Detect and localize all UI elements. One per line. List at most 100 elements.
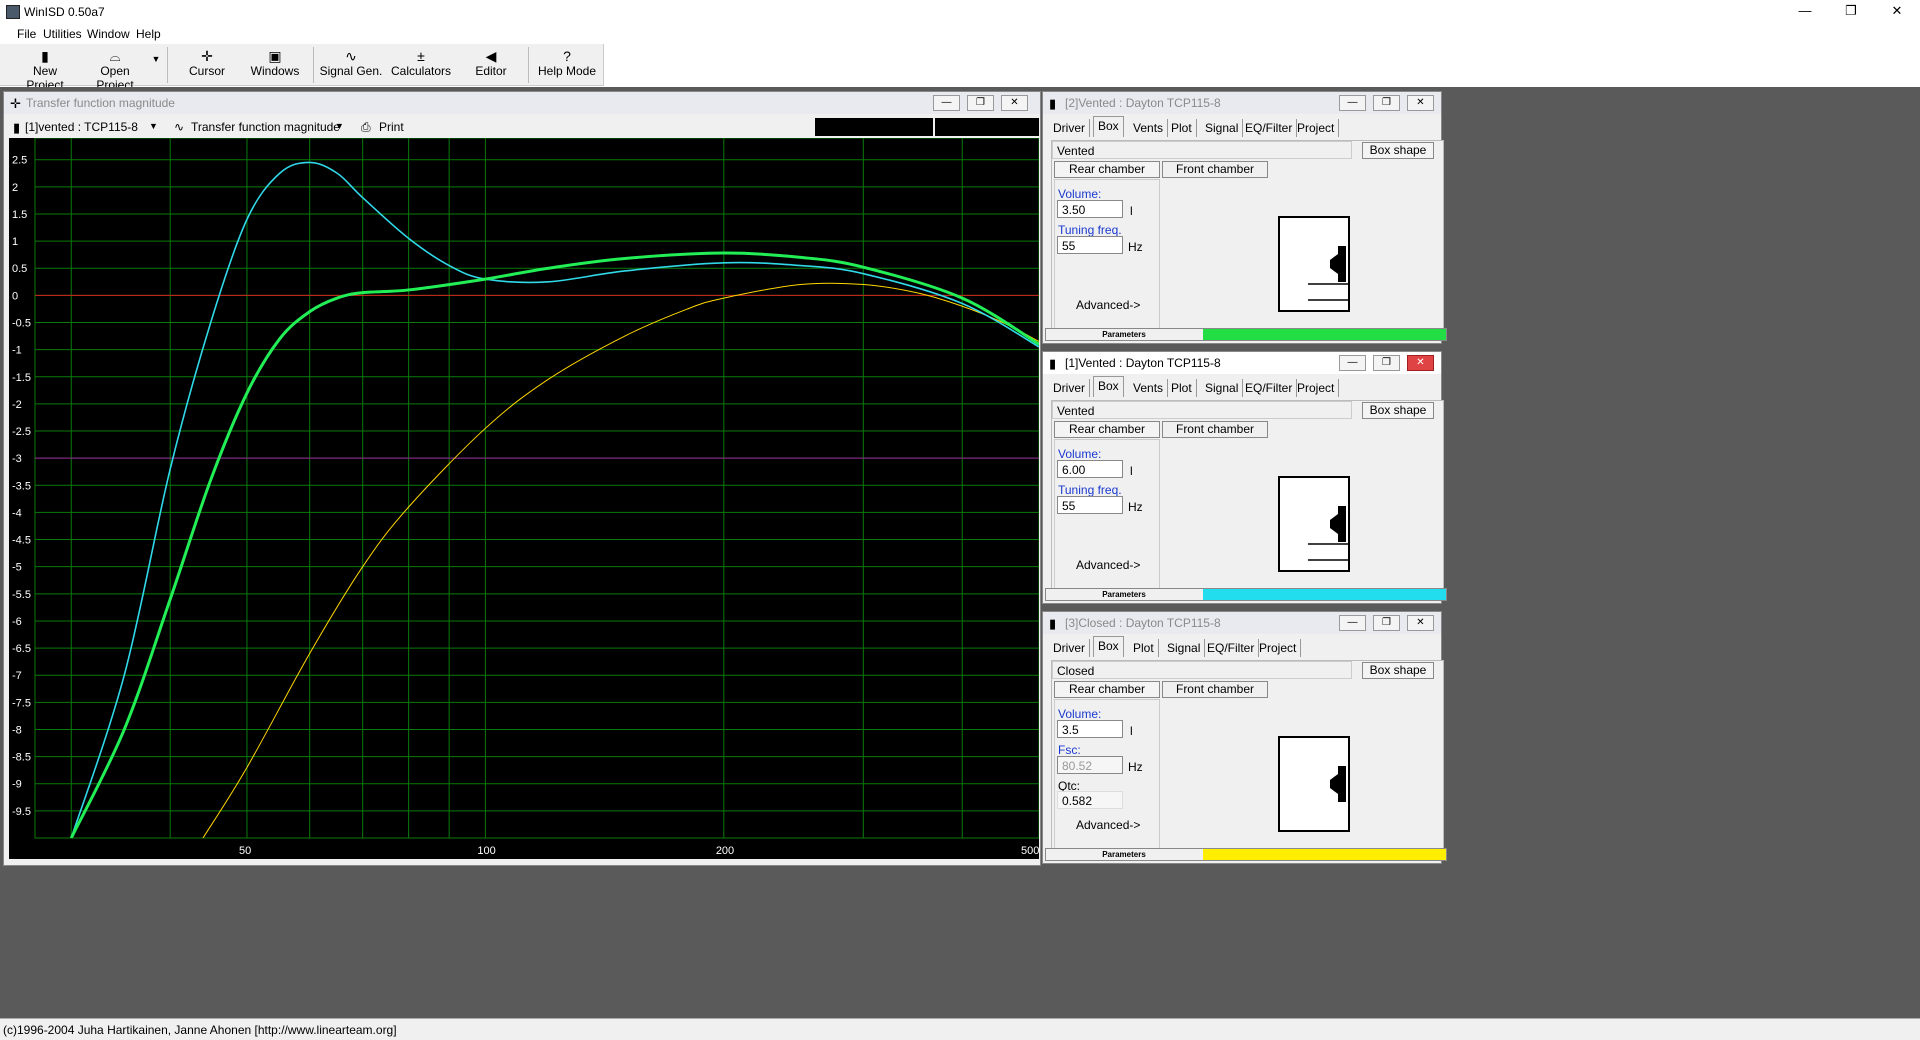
advanced-button[interactable]: Advanced->: [1076, 818, 1140, 832]
box-shape-button[interactable]: Box shape: [1362, 662, 1434, 679]
front-chamber-tab[interactable]: Front chamber: [1162, 681, 1268, 698]
calculator-icon: ±: [417, 48, 425, 64]
tab-plot[interactable]: Plot: [1167, 119, 1197, 137]
tab-project[interactable]: Project: [1293, 119, 1340, 137]
tab-signal[interactable]: Signal: [1201, 119, 1244, 137]
graph-close-button[interactable]: ✕: [1001, 95, 1028, 111]
y-tick-label: -8: [12, 724, 22, 736]
close-button[interactable]: ✕: [1874, 0, 1920, 23]
panel-titlebar[interactable]: ▮ [2]Vented : Dayton TCP115-8 — ❐ ✕: [1043, 92, 1441, 114]
graph-type-select[interactable]: Transfer function magnitude: [191, 120, 340, 134]
y-tick-label: 2: [12, 182, 18, 194]
tab-box[interactable]: Box: [1093, 376, 1124, 397]
menu-help[interactable]: Help: [136, 27, 161, 41]
panel-close-button[interactable]: ✕: [1407, 355, 1434, 371]
tab-driver[interactable]: Driver: [1049, 379, 1090, 397]
rear-chamber-tab[interactable]: Rear chamber: [1054, 681, 1160, 698]
editor-button[interactable]: ◀ Editor: [466, 48, 516, 78]
box-type-select[interactable]: Vented: [1052, 141, 1352, 159]
front-chamber-tab[interactable]: Front chamber: [1162, 421, 1268, 438]
box-shape-button[interactable]: Box shape: [1362, 142, 1434, 159]
graph-window-titlebar[interactable]: ✛ Transfer function magnitude — ❐ ✕: [4, 92, 1040, 114]
cursor-button[interactable]: ✛ Cursor: [182, 48, 232, 78]
caret-down-icon[interactable]: ▼: [149, 121, 158, 131]
help-mode-button[interactable]: ? Help Mode: [536, 48, 598, 78]
tab-eq-filter[interactable]: EQ/Filter: [1203, 639, 1260, 657]
transfer-function-chart[interactable]: 2.5 2 1.5 1 0.5 0 -0.5 -1 -1.5 -2 -2.5 -3 -3.5 -4 -4.5…: [9, 137, 1040, 859]
project-color-swatch[interactable]: [1203, 849, 1446, 860]
restore-button[interactable]: ❐: [1828, 0, 1874, 23]
tab-vents[interactable]: Vents: [1129, 119, 1169, 137]
menu-window[interactable]: Window: [87, 27, 130, 41]
panel-minimize-button[interactable]: —: [1339, 355, 1366, 371]
menu-utilities[interactable]: Utilities: [43, 27, 82, 41]
tab-eq-filter[interactable]: EQ/Filter: [1241, 119, 1298, 137]
open-project-button[interactable]: ⌓ Open Project: [82, 48, 148, 92]
field-input[interactable]: 6.00: [1057, 460, 1123, 478]
field-input[interactable]: 3.5: [1057, 720, 1123, 738]
rear-chamber-tab[interactable]: Rear chamber: [1054, 161, 1160, 178]
signal-gen-button[interactable]: ∿ Signal Gen.: [318, 48, 384, 78]
project-color-swatch[interactable]: [1203, 329, 1446, 340]
tab-vents[interactable]: Vents: [1129, 379, 1169, 397]
box-shape-button[interactable]: Box shape: [1362, 402, 1434, 419]
tab-project[interactable]: Project: [1293, 379, 1340, 397]
tab-signal[interactable]: Signal: [1163, 639, 1206, 657]
panel-restore-button[interactable]: ❐: [1373, 95, 1400, 111]
windows-button[interactable]: ▣ Windows: [246, 48, 304, 78]
tab-eq-filter[interactable]: EQ/Filter: [1241, 379, 1298, 397]
panel-titlebar[interactable]: ▮ [3]Closed : Dayton TCP115-8 — ❐ ✕: [1043, 612, 1441, 634]
panel-close-button[interactable]: ✕: [1407, 615, 1434, 631]
plot-area[interactable]: 2.5 2 1.5 1 0.5 0 -0.5 -1 -1.5 -2 -2.5 -3 -3.5 -4 -4.5…: [9, 137, 1040, 859]
new-project-button[interactable]: ▮ New Project: [14, 48, 76, 92]
panel-close-button[interactable]: ✕: [1407, 95, 1434, 111]
graph-restore-button[interactable]: ❐: [967, 95, 994, 111]
parameters-bar[interactable]: Parameters: [1045, 848, 1447, 861]
panel-minimize-button[interactable]: —: [1339, 615, 1366, 631]
box-type-select[interactable]: Closed: [1052, 661, 1352, 679]
advanced-button[interactable]: Advanced->: [1076, 558, 1140, 572]
panel-restore-button[interactable]: ❐: [1373, 355, 1400, 371]
graph-minimize-button[interactable]: —: [933, 95, 960, 111]
toolbar-separator: [528, 47, 529, 83]
minimize-button[interactable]: —: [1782, 0, 1828, 23]
field-input[interactable]: 55: [1057, 496, 1123, 514]
tab-driver[interactable]: Driver: [1049, 119, 1090, 137]
tab-signal[interactable]: Signal: [1201, 379, 1244, 397]
menu-bar: File Utilities Window Help: [0, 23, 1920, 44]
unit-label: l: [1130, 204, 1133, 218]
field-input[interactable]: 55: [1057, 236, 1123, 254]
print-button[interactable]: Print: [379, 120, 404, 134]
panel-minimize-button[interactable]: —: [1339, 95, 1366, 111]
panel-titlebar[interactable]: ▮ [1]Vented : Dayton TCP115-8 — ❐ ✕: [1043, 352, 1441, 374]
y-tick-label: 0.5: [12, 263, 27, 275]
sine-wave-icon: ∿: [174, 120, 185, 134]
menu-file[interactable]: File: [17, 27, 36, 41]
tab-box[interactable]: Box: [1093, 116, 1124, 137]
parameters-bar[interactable]: Parameters: [1045, 328, 1447, 341]
advanced-button[interactable]: Advanced->: [1076, 298, 1140, 312]
parameters-bar[interactable]: Parameters: [1045, 588, 1447, 601]
caret-down-icon[interactable]: ▼: [335, 121, 344, 131]
box-tab-content: Vented Box shape Rear chamber Front cham…: [1051, 140, 1444, 335]
project-select[interactable]: [1]vented : TCP115-8: [25, 120, 138, 134]
tab-plot[interactable]: Plot: [1129, 639, 1159, 657]
field-label: Volume:: [1058, 187, 1102, 201]
panel-restore-button[interactable]: ❐: [1373, 615, 1400, 631]
tab-plot[interactable]: Plot: [1167, 379, 1197, 397]
tab-project[interactable]: Project: [1255, 639, 1302, 657]
box-diagram: [1278, 476, 1350, 572]
field-input[interactable]: 3.50: [1057, 200, 1123, 218]
calculators-button[interactable]: ± Calculators: [388, 48, 454, 78]
tab-driver[interactable]: Driver: [1049, 639, 1090, 657]
open-project-dropdown[interactable]: ▼: [150, 54, 162, 64]
front-chamber-tab[interactable]: Front chamber: [1162, 161, 1268, 178]
panel-title: [3]Closed : Dayton TCP115-8: [1065, 616, 1221, 630]
printer-icon: ⎙: [361, 120, 371, 134]
box-type-select[interactable]: Vented: [1052, 401, 1352, 419]
field-label: Volume:: [1058, 707, 1102, 721]
parameters-label: Parameters: [1102, 850, 1146, 859]
tab-box[interactable]: Box: [1093, 636, 1124, 657]
rear-chamber-tab[interactable]: Rear chamber: [1054, 421, 1160, 438]
project-color-swatch[interactable]: [1203, 589, 1446, 600]
